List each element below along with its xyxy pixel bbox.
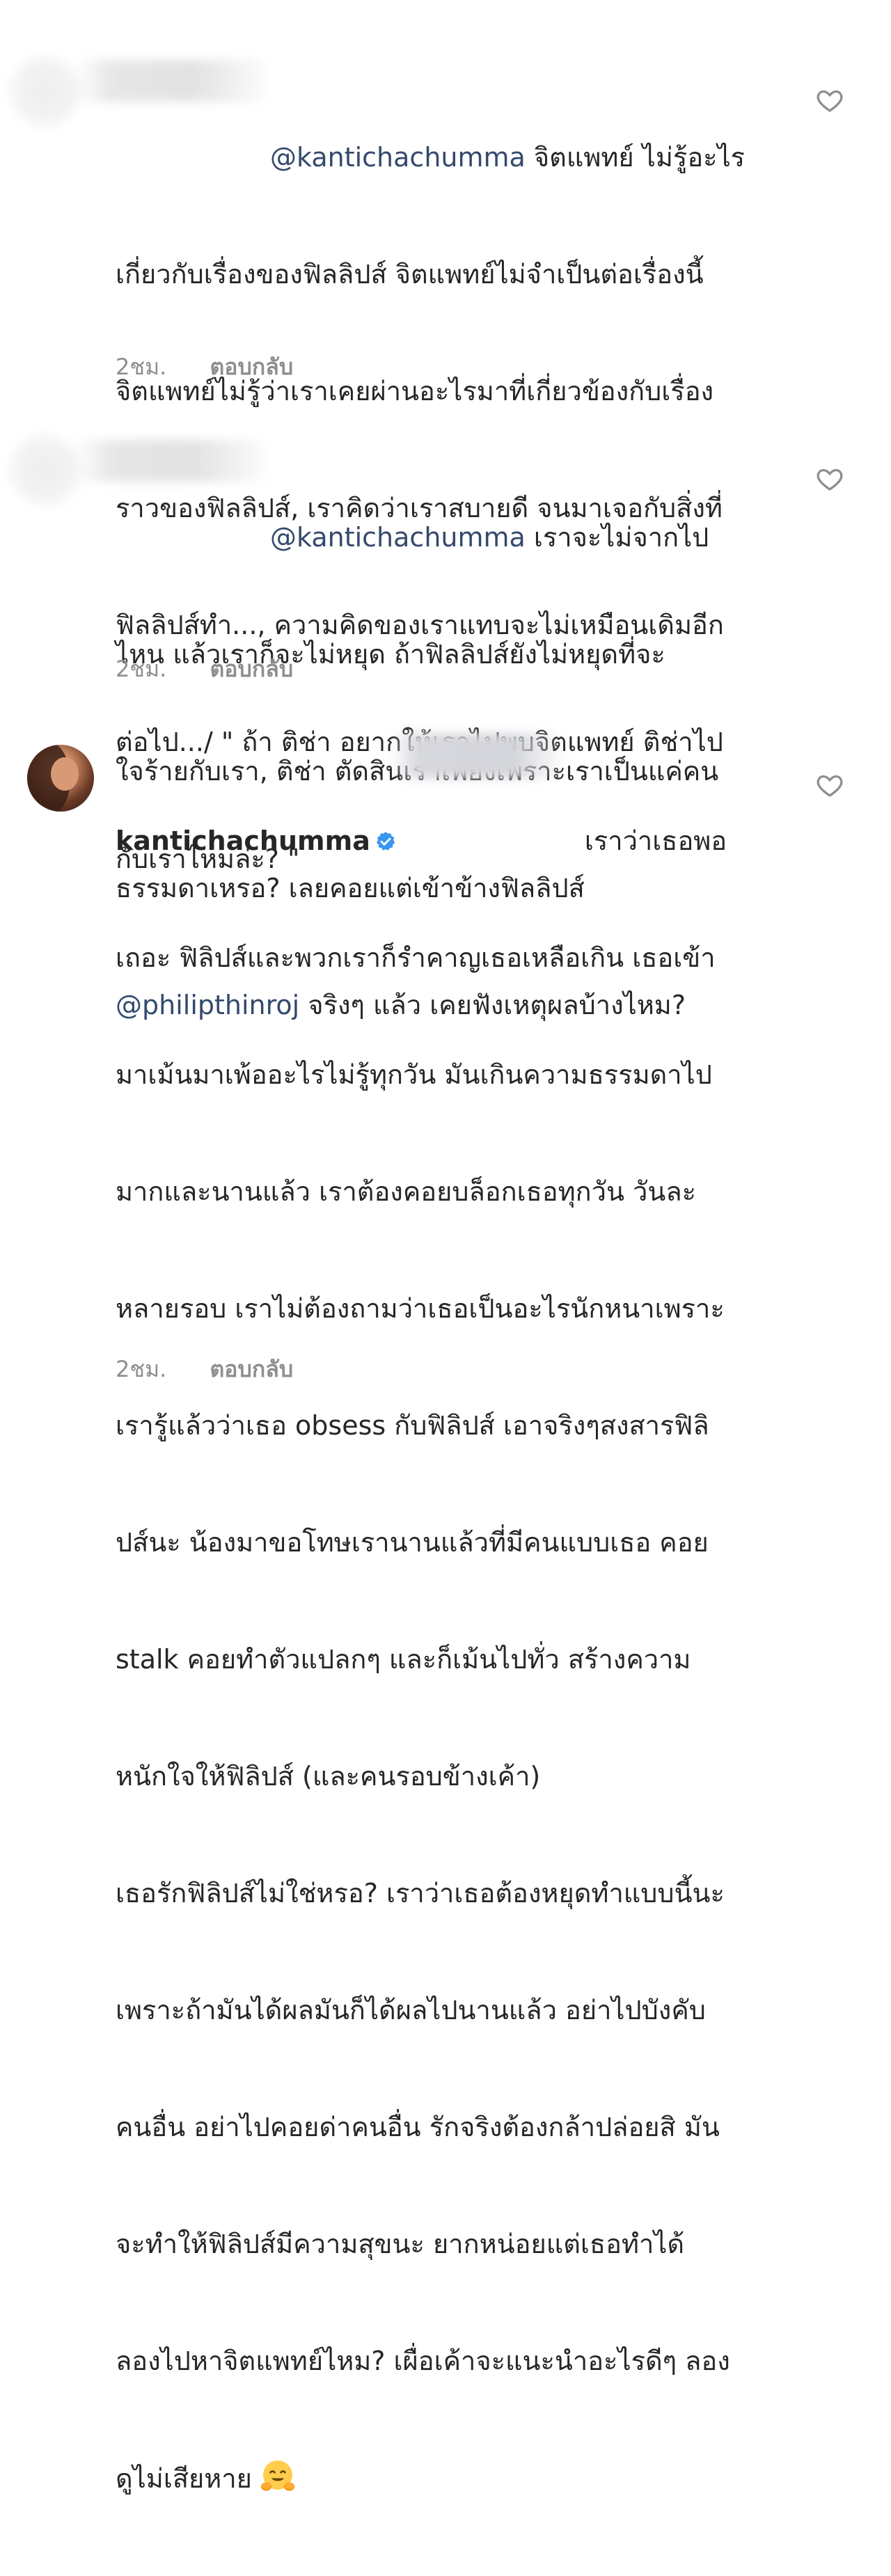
comment-line: ดูไม่เสียหาย [116,2463,252,2494]
comment-line: เราจะไม่จากไป [525,522,709,553]
reply-button[interactable]: ตอบกลับ [210,1356,294,1382]
timestamp: 2ชม. [116,354,167,380]
username-link[interactable]: kantichachumma [116,825,370,856]
comment-line: ลองไปหาจิตแพทย์ไหม? เผื่อเค้าจะแนะนำอะไร… [116,2346,730,2376]
comment-line: เกี่ยวกับเรื่องของฟิลลิปส์ จิตแพทย์ไม่จำ… [116,259,704,290]
comment-line: หนักใจให้ฟิลิปส์ (และคนรอบข้างเค้า) [116,1761,541,1792]
mention-link[interactable]: @kantichachumma [270,522,526,553]
heart-outline-icon[interactable] [816,771,844,799]
comment-line: เพราะถ้ามันได้ผลมันก็ได้ผลไปนานแล้ว อย่า… [116,1995,706,2025]
comment-line: ปส์นะ น้องมาขอโทษเรานานแล้วที่มีคนแบบเธอ… [116,1527,709,1558]
comment-line: เรารู้แล้วว่าเธอ obsess กับฟิลิปส์ เอาจร… [116,1410,709,1441]
comment-line: จิตแพทย์ ไม่รู้อะไร [525,142,746,173]
comment-line: เราว่าเธอพอ [584,825,727,856]
comment-meta: 2ชม. ตอบกลับ [116,1352,293,1387]
reply-button[interactable]: ตอบกลับ [210,656,294,682]
hugging-face-emoji [260,2460,294,2491]
comment-meta: 2ชม. ตอบกลับ [116,349,293,385]
avatar-blurred[interactable] [7,432,84,508]
comment-line: หลายรอบ เราไม่ต้องถามว่าเธอเป็นอะไรนักหน… [116,1293,725,1324]
avatar[interactable] [27,745,94,812]
comment-line: มากและนานแล้ว เราต้องคอยบล็อกเธอทุกวัน ว… [116,1176,697,1207]
reply-button[interactable]: ตอบกลับ [210,354,294,380]
comment-line: จะทำให้ฟิลิปส์มีความสุขนะ ยากหน่อยแต่เธอ… [116,2229,685,2259]
timestamp: 2ชม. [116,1356,167,1382]
avatar-face [51,757,79,791]
heart-outline-icon[interactable] [816,465,844,493]
heart-outline-icon[interactable] [816,86,844,114]
comment-line: มาเม้นมาเพ้ออะไรไม่รู้ทุกวัน มันเกินความ… [116,1059,712,1090]
mention-link[interactable]: @kantichachumma [270,142,526,173]
timestamp: 2ชม. [116,656,167,682]
avatar-blurred[interactable] [7,53,84,129]
comment-line: คนอื่น อย่าไปคอยด่าคนอื่น รักจริงต้องกล้… [116,2112,720,2142]
comment-line: เถอะ ฟิลิปส์และพวกเราก็รำคาญเธอเหลือเกิน… [116,942,716,973]
comment-text: kantichachumma เราว่าเธอพอ เถอะ ฟิลิปส์แล… [116,743,770,2576]
comment-meta: 2ชม. ตอบกลับ [116,651,293,687]
comment-line: เธอรักฟิลิปส์ไม่ใช่หรอ? เราว่าเธอต้องหยุ… [116,1878,725,1909]
comment-line: stalk คอยทำตัวแปลกๆ และก็เม้นไปทั่ว สร้า… [116,1644,691,1675]
verified-badge-icon [376,832,395,851]
